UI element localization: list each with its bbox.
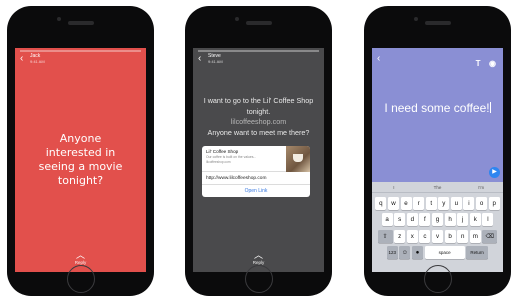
- key-row-2: a s d f g h j k l: [372, 213, 503, 226]
- palette-icon[interactable]: ◉: [489, 59, 496, 69]
- story-progress-bar: [198, 50, 319, 52]
- key-w[interactable]: w: [387, 196, 399, 210]
- send-button[interactable]: ▶: [489, 167, 500, 178]
- camera: [234, 17, 239, 21]
- compose-tools: T ◉: [472, 53, 496, 71]
- key-s[interactable]: s: [394, 213, 406, 226]
- key-x[interactable]: x: [406, 229, 418, 243]
- speaker: [245, 21, 272, 25]
- key-l[interactable]: l: [482, 213, 494, 226]
- emoji-icon: ☺: [401, 249, 409, 256]
- story-progress-bar: [20, 50, 141, 52]
- back-chevron-icon[interactable]: ‹: [198, 53, 201, 65]
- key-n[interactable]: n: [457, 229, 469, 243]
- key-b[interactable]: b: [444, 229, 456, 243]
- story-message: I want to go to the Lil' Coffee Shop ton…: [199, 96, 318, 138]
- microphone-icon: ●: [415, 249, 420, 256]
- story-message: Anyone interested in seeing a movie toni…: [38, 132, 123, 187]
- key-t[interactable]: t: [425, 196, 437, 210]
- key-row-4: 123 ☺ ● space Return: [372, 246, 503, 259]
- mic-key[interactable]: ●: [412, 246, 423, 259]
- key-k[interactable]: k: [469, 213, 481, 226]
- key-z[interactable]: z: [394, 229, 406, 243]
- compose-text-value: I need some coffee!: [384, 101, 490, 115]
- key-p[interactable]: p: [488, 196, 500, 210]
- prediction-3[interactable]: I'm: [459, 182, 503, 192]
- home-button[interactable]: [66, 265, 95, 293]
- text-style-button[interactable]: T: [476, 59, 481, 69]
- story-header: ‹ Steve 9:41 AM: [193, 48, 324, 72]
- link-thumbnail: [286, 146, 310, 172]
- camera: [56, 17, 61, 21]
- home-button[interactable]: [244, 265, 273, 293]
- open-link-button[interactable]: Open Link: [202, 185, 310, 197]
- post-time: 9:41 AM: [208, 59, 223, 64]
- prediction-2[interactable]: The: [416, 182, 460, 192]
- key-r[interactable]: r: [413, 196, 425, 210]
- key-a[interactable]: a: [381, 213, 393, 226]
- coffee-cup-icon: [293, 154, 303, 162]
- emoji-key[interactable]: ☺: [399, 246, 411, 259]
- phone-1: ‹ Jack 9:41 AM Anyone interested in seei…: [7, 6, 154, 296]
- reply-button[interactable]: ︿ Reply: [15, 251, 146, 266]
- space-key[interactable]: space: [424, 246, 465, 259]
- key-y[interactable]: y: [438, 196, 450, 210]
- link-preview-card[interactable]: Lil' Coffee Shop Our coffee is built on …: [202, 146, 310, 197]
- key-c[interactable]: c: [419, 229, 431, 243]
- story-header: ‹ Jack 9:41 AM: [15, 48, 146, 72]
- back-chevron-icon[interactable]: ‹: [20, 53, 23, 65]
- camera: [413, 17, 418, 21]
- prediction-1[interactable]: I: [372, 182, 416, 192]
- story-screen-dark[interactable]: ‹ Steve 9:41 AM I want to go to the Lil'…: [193, 48, 324, 272]
- message-link[interactable]: lilcoffeeshop.com: [231, 117, 286, 126]
- send-arrow-icon: ▶: [492, 169, 497, 175]
- phone-2: ‹ Steve 9:41 AM I want to go to the Lil'…: [185, 6, 332, 296]
- reply-button[interactable]: ︿ Reply: [193, 251, 324, 266]
- post-time: 9:41 AM: [30, 59, 45, 64]
- key-g[interactable]: g: [432, 213, 443, 226]
- home-button[interactable]: [423, 265, 452, 293]
- key-o[interactable]: o: [476, 196, 488, 210]
- key-u[interactable]: u: [450, 196, 462, 210]
- keyboard: I The I'm q w e r t y u i o p a s d f g …: [372, 182, 503, 272]
- key-v[interactable]: v: [432, 229, 443, 243]
- key-j[interactable]: j: [457, 213, 469, 226]
- compose-text[interactable]: I need some coffee!: [378, 100, 497, 116]
- key-row-1: q w e r t y u i o p: [372, 196, 503, 210]
- back-chevron-icon[interactable]: ‹: [377, 53, 380, 65]
- phone-3: ‹ T ◉ I need some coffee! ▶ I The I'm q …: [364, 6, 511, 296]
- delete-icon: ⌫: [485, 232, 495, 240]
- key-m[interactable]: m: [469, 229, 481, 243]
- numbers-key[interactable]: 123: [386, 246, 398, 259]
- link-domain: lilcoffeeshop.com: [206, 159, 231, 164]
- key-h[interactable]: h: [444, 213, 456, 226]
- speaker: [67, 21, 94, 25]
- return-key[interactable]: Return: [466, 246, 489, 259]
- predictive-bar: I The I'm: [372, 182, 503, 193]
- message-text: I want to go to the Lil' Coffee Shop ton…: [203, 96, 314, 116]
- link-url[interactable]: http://www.lilcoffeeshop.com: [202, 172, 310, 185]
- text-caret: [489, 102, 491, 113]
- speaker: [424, 21, 451, 25]
- key-e[interactable]: e: [400, 196, 412, 210]
- key-i[interactable]: i: [463, 196, 475, 210]
- key-row-3: ⇧ z x c v b n m ⌫: [372, 229, 503, 243]
- compose-screen[interactable]: ‹ T ◉ I need some coffee! ▶ I The I'm q …: [372, 48, 503, 272]
- key-d[interactable]: d: [406, 213, 418, 226]
- key-f[interactable]: f: [419, 213, 431, 226]
- message-text: Anyone want to meet me there?: [207, 127, 310, 137]
- shift-key[interactable]: ⇧: [377, 229, 393, 243]
- link-preview[interactable]: Lil' Coffee Shop Our coffee is built on …: [202, 146, 310, 172]
- shift-icon: ⇧: [382, 232, 388, 240]
- chevron-up-icon: ︿: [75, 250, 85, 260]
- key-q[interactable]: q: [375, 196, 387, 210]
- chevron-up-icon: ︿: [253, 250, 263, 260]
- delete-key[interactable]: ⌫: [482, 229, 498, 243]
- story-screen-red[interactable]: ‹ Jack 9:41 AM Anyone interested in seei…: [15, 48, 146, 272]
